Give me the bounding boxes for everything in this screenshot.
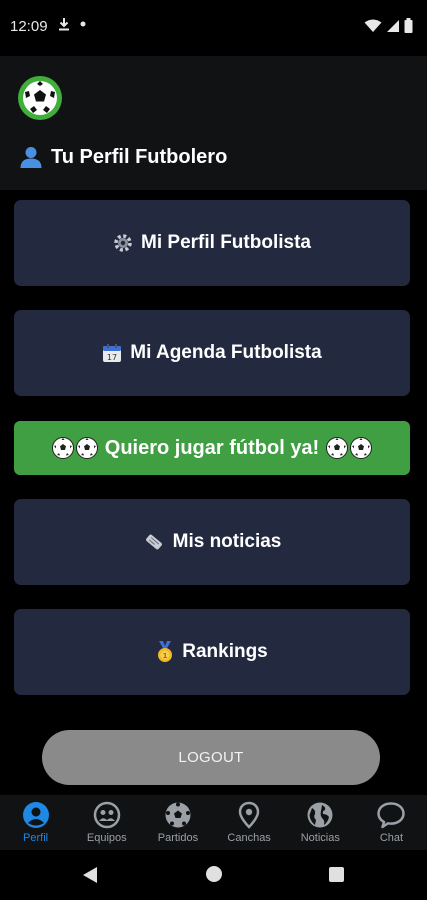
play-now-button[interactable]: Quiero jugar fútbol ya! bbox=[14, 421, 410, 475]
tab-equipos-label: Equipos bbox=[86, 832, 127, 844]
my-news-button[interactable]: Mis noticias bbox=[14, 499, 410, 585]
tab-noticias[interactable]: Noticias bbox=[285, 795, 356, 850]
profile-menu: Mi Perfil Futbolista 17 Mi Agenda Futbol… bbox=[0, 190, 427, 795]
logout-label: LOGOUT bbox=[178, 749, 244, 766]
tab-canchas[interactable]: Canchas bbox=[214, 795, 285, 850]
tab-perfil[interactable]: Perfil bbox=[0, 795, 71, 850]
soccer-ball-icon bbox=[51, 437, 98, 459]
tab-chat[interactable]: Chat bbox=[356, 795, 427, 850]
tab-equipos[interactable]: Equipos bbox=[71, 795, 142, 850]
my-agenda-button[interactable]: 17 Mi Agenda Futbolista bbox=[14, 310, 410, 396]
play-now-label: Quiero jugar fútbol ya! bbox=[104, 436, 320, 459]
status-bar: 12:09 bbox=[0, 0, 427, 56]
logout-button[interactable]: LOGOUT bbox=[42, 730, 380, 785]
tab-partidos-label: Partidos bbox=[157, 832, 199, 844]
my-agenda-label: Mi Agenda Futbolista bbox=[130, 342, 322, 363]
newspaper-icon bbox=[145, 534, 162, 550]
app-header: Tu Perfil Futbolero bbox=[0, 56, 427, 190]
system-navigation-bar bbox=[0, 850, 427, 900]
cell-signal-icon bbox=[387, 19, 399, 32]
battery-icon bbox=[404, 18, 413, 33]
medal-icon: 1 bbox=[158, 641, 173, 662]
calendar-icon: 17 bbox=[103, 344, 122, 362]
dot-icon bbox=[80, 21, 86, 27]
soccer-ball-icon bbox=[165, 802, 191, 828]
page-title: Tu Perfil Futbolero bbox=[51, 145, 228, 168]
soccer-ball-icon bbox=[326, 437, 373, 459]
soccer-ball-logo bbox=[18, 76, 62, 120]
globe-icon bbox=[307, 802, 333, 828]
location-pin-icon bbox=[238, 801, 260, 829]
recent-apps-icon[interactable] bbox=[329, 867, 344, 882]
rankings-label: Rankings bbox=[182, 641, 268, 662]
status-time: 12:09 bbox=[10, 18, 48, 35]
svg-text:17: 17 bbox=[107, 353, 117, 362]
rankings-button[interactable]: 1 Rankings bbox=[14, 609, 410, 695]
tab-perfil-label: Perfil bbox=[23, 832, 49, 844]
bottom-navigation: Perfil Equipos Partidos Canchas Noticias… bbox=[0, 795, 427, 850]
download-icon bbox=[59, 18, 69, 31]
my-profile-button[interactable]: Mi Perfil Futbolista bbox=[14, 200, 410, 286]
svg-text:1: 1 bbox=[163, 652, 168, 660]
person-icon bbox=[20, 147, 42, 168]
tab-noticias-label: Noticias bbox=[300, 832, 340, 844]
chat-bubble-icon bbox=[377, 802, 406, 829]
back-icon[interactable] bbox=[82, 866, 98, 884]
tab-canchas-label: Canchas bbox=[227, 832, 271, 844]
team-icon bbox=[93, 801, 120, 829]
tab-chat-label: Chat bbox=[379, 832, 404, 844]
my-news-label: Mis noticias bbox=[172, 531, 282, 552]
home-icon[interactable] bbox=[206, 866, 222, 882]
person-circle-icon bbox=[22, 802, 49, 828]
gear-icon bbox=[114, 234, 132, 252]
my-profile-label: Mi Perfil Futbolista bbox=[141, 232, 311, 253]
tab-partidos[interactable]: Partidos bbox=[142, 795, 213, 850]
wifi-icon bbox=[364, 19, 382, 32]
